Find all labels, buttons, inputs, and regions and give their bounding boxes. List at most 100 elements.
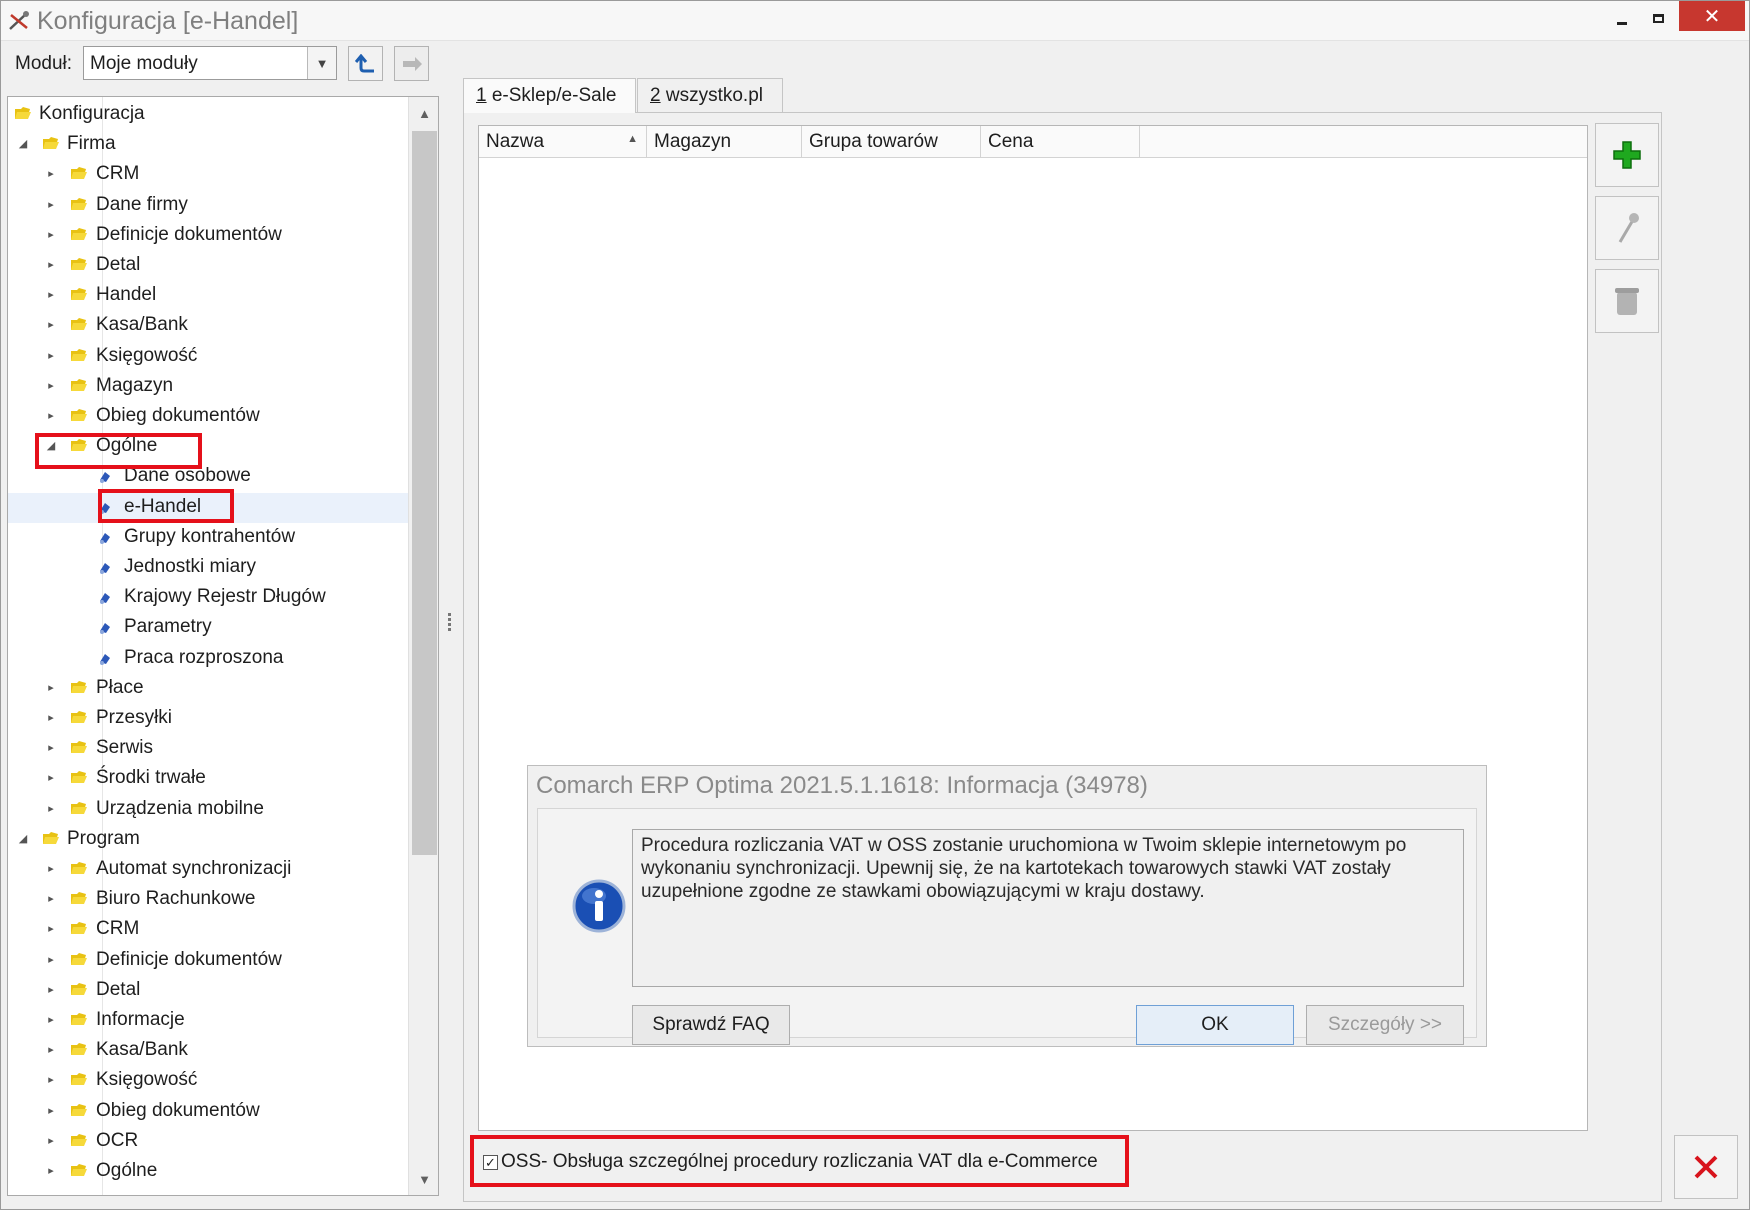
module-select[interactable]: Moje moduły ▼ bbox=[83, 46, 337, 80]
ok-button[interactable]: OK bbox=[1136, 1005, 1294, 1045]
tree-item[interactable]: ▸ Magazyn bbox=[8, 372, 408, 402]
folder-icon bbox=[15, 107, 31, 119]
tree-item-label: Kasa/Bank bbox=[96, 314, 188, 336]
expand-icon[interactable]: ▸ bbox=[44, 318, 58, 331]
expand-icon[interactable]: ▸ bbox=[44, 258, 58, 271]
tree-item[interactable]: Jednostki miary bbox=[8, 553, 408, 583]
tree-item[interactable]: ▸ Informacje bbox=[8, 1006, 408, 1036]
tree-item[interactable]: ▸ Ogólne bbox=[8, 1157, 408, 1187]
tree-item-label: Biuro Rachunkowe bbox=[96, 888, 256, 910]
tree-item[interactable]: Grupy kontrahentów bbox=[8, 523, 408, 553]
expand-icon[interactable]: ▸ bbox=[44, 953, 58, 966]
sort-ascending-icon: ▲ bbox=[627, 133, 638, 145]
tree-item[interactable]: ▸ Detal bbox=[8, 251, 408, 281]
expand-icon[interactable]: ▸ bbox=[44, 892, 58, 905]
column-header-magazyn[interactable]: Magazyn bbox=[647, 126, 802, 157]
details-button[interactable]: Szczegóły >> bbox=[1306, 1005, 1464, 1045]
expand-icon[interactable]: ▸ bbox=[44, 862, 58, 875]
expand-icon[interactable]: ▸ bbox=[44, 1013, 58, 1026]
close-button[interactable] bbox=[1674, 1135, 1738, 1199]
tree-item[interactable]: Krajowy Rejestr Długów bbox=[8, 583, 408, 613]
tree-item[interactable]: Praca rozproszona bbox=[8, 644, 408, 674]
tree-item[interactable]: Konfiguracja bbox=[8, 100, 408, 130]
tree-item[interactable]: ▸ Księgowość bbox=[8, 342, 408, 372]
tree-item[interactable]: ▸ Biuro Rachunkowe bbox=[8, 885, 408, 915]
tree-item[interactable]: ▸ Handel bbox=[8, 281, 408, 311]
tree-item[interactable]: ▸ Serwis bbox=[8, 734, 408, 764]
tree-item[interactable]: ▸ Kasa/Bank bbox=[8, 311, 408, 341]
tree-item[interactable]: ◢ Firma bbox=[8, 130, 408, 160]
tree-item[interactable]: ▸ Detal bbox=[8, 976, 408, 1006]
tree-item[interactable]: ▸ Dane firmy bbox=[8, 191, 408, 221]
forward-button[interactable] bbox=[394, 46, 429, 81]
edit-button[interactable] bbox=[1595, 196, 1659, 260]
tree-item[interactable]: Parametry bbox=[8, 613, 408, 643]
close-icon: ✕ bbox=[1703, 5, 1721, 28]
tree-item[interactable]: ▸ Automat synchronizacji bbox=[8, 855, 408, 885]
tree-item[interactable]: ▸ CRM bbox=[8, 160, 408, 190]
leaf-icon bbox=[100, 563, 110, 574]
column-header-cena[interactable]: Cena bbox=[981, 126, 1140, 157]
tree-item[interactable]: ▸ Płace bbox=[8, 674, 408, 704]
tree-item-label: Serwis bbox=[96, 737, 154, 759]
expand-icon[interactable]: ▸ bbox=[44, 741, 58, 754]
tree-item[interactable]: ◢ Program bbox=[8, 825, 408, 855]
close-window-button[interactable]: ✕ bbox=[1679, 1, 1745, 31]
expand-icon[interactable]: ▸ bbox=[44, 983, 58, 996]
expand-icon[interactable]: ▸ bbox=[44, 1134, 58, 1147]
tree-item[interactable]: ▸ Przesyłki bbox=[8, 704, 408, 734]
scroll-down-icon[interactable]: ▼ bbox=[409, 1165, 438, 1193]
tree-item-label: Kasa/Bank bbox=[96, 1039, 188, 1061]
scroll-thumb[interactable] bbox=[412, 131, 437, 855]
expand-icon[interactable]: ▸ bbox=[44, 802, 58, 815]
forward-arrow-icon bbox=[402, 56, 422, 71]
column-header-nazwa[interactable]: Nazwa ▲ bbox=[479, 126, 647, 157]
expand-icon[interactable]: ▸ bbox=[44, 1043, 58, 1056]
expand-icon[interactable]: ▸ bbox=[44, 167, 58, 180]
expand-icon[interactable]: ▸ bbox=[44, 1073, 58, 1086]
scroll-up-icon[interactable]: ▲ bbox=[409, 99, 438, 127]
tree-scrollbar[interactable]: ▲ ▼ bbox=[408, 97, 438, 1195]
tree-item[interactable]: ▸ Urządzenia mobilne bbox=[8, 795, 408, 825]
collapse-icon[interactable]: ◢ bbox=[16, 832, 30, 845]
expand-icon[interactable]: ▸ bbox=[44, 409, 58, 422]
maximize-button[interactable] bbox=[1641, 1, 1675, 35]
back-button[interactable] bbox=[348, 46, 383, 81]
tree-item-label: Informacje bbox=[96, 1009, 185, 1030]
expand-icon[interactable]: ▸ bbox=[44, 288, 58, 301]
panel-splitter[interactable] bbox=[447, 611, 453, 633]
delete-button[interactable] bbox=[1595, 269, 1659, 333]
tree-item-label: Krajowy Rejestr Długów bbox=[124, 586, 326, 608]
tab-e-sklep[interactable]: 1 e-Sklep/e-Sale bbox=[463, 78, 636, 113]
expand-icon[interactable]: ▸ bbox=[44, 681, 58, 694]
tree-item[interactable]: ▸ Obieg dokumentów bbox=[8, 1097, 408, 1127]
collapse-icon[interactable]: ◢ bbox=[16, 137, 30, 150]
tree-item[interactable]: ▸ Obieg dokumentów bbox=[8, 402, 408, 432]
tree-item[interactable]: ▸ Środki trwałe bbox=[8, 764, 408, 794]
expand-icon[interactable]: ▸ bbox=[44, 922, 58, 935]
tree-item[interactable]: ▸ CRM bbox=[8, 915, 408, 945]
expand-icon[interactable]: ▸ bbox=[44, 379, 58, 392]
expand-icon[interactable]: ▸ bbox=[44, 1104, 58, 1117]
expand-icon[interactable]: ▸ bbox=[44, 228, 58, 241]
expand-icon[interactable]: ▸ bbox=[44, 771, 58, 784]
folder-icon bbox=[71, 892, 87, 905]
folder-icon bbox=[71, 922, 87, 935]
expand-icon[interactable]: ▸ bbox=[44, 711, 58, 724]
expand-icon[interactable]: ▸ bbox=[44, 1164, 58, 1177]
chevron-down-icon[interactable]: ▼ bbox=[307, 47, 336, 79]
minimize-button[interactable] bbox=[1605, 1, 1639, 35]
expand-icon[interactable]: ▸ bbox=[44, 349, 58, 362]
column-header-grupa[interactable]: Grupa towarów bbox=[802, 126, 981, 157]
tree-item-label: Grupy kontrahentów bbox=[124, 525, 296, 547]
tree-item[interactable]: ▸ Kasa/Bank bbox=[8, 1036, 408, 1066]
expand-icon[interactable]: ▸ bbox=[44, 198, 58, 211]
add-button[interactable] bbox=[1595, 123, 1659, 187]
tab-wszystko[interactable]: 2 wszystko.pl bbox=[637, 78, 783, 112]
tree-item[interactable]: ▸ Definicje dokumentów bbox=[8, 221, 408, 251]
tree-item[interactable]: ▸ Księgowość bbox=[8, 1066, 408, 1096]
folder-icon bbox=[71, 378, 87, 391]
tree-item[interactable]: ▸ Definicje dokumentów bbox=[8, 946, 408, 976]
faq-button[interactable]: Sprawdź FAQ bbox=[632, 1005, 790, 1045]
tree-item[interactable]: ▸ OCR bbox=[8, 1127, 408, 1157]
